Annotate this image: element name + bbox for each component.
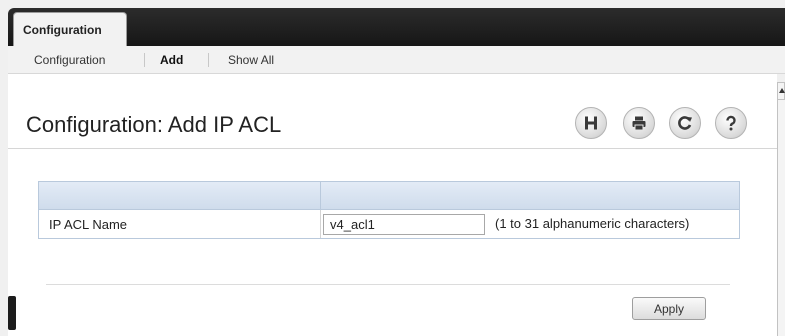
column-divider [320, 210, 321, 238]
sub-navigation: Configuration Add Show All [8, 46, 785, 74]
ip-acl-name-hint: (1 to 31 alphanumeric characters) [495, 216, 690, 231]
refresh-icon [678, 116, 692, 130]
subnav-separator [144, 53, 145, 67]
apply-button[interactable]: Apply [632, 297, 706, 320]
save-button[interactable] [575, 107, 607, 139]
column-divider [320, 182, 321, 210]
save-icon [585, 116, 597, 130]
page-title: Configuration: Add IP ACL [26, 112, 282, 137]
tab-configuration[interactable]: Configuration [13, 12, 127, 48]
subnav-item-configuration[interactable]: Configuration [34, 53, 105, 67]
print-button[interactable] [623, 107, 655, 139]
subnav-separator [208, 53, 209, 67]
ip-acl-name-label: IP ACL Name [49, 217, 128, 232]
form-divider [46, 284, 730, 285]
table-row: IP ACL Name (1 to 31 alphanumeric charac… [39, 210, 739, 238]
chevron-up-icon [779, 88, 785, 93]
refresh-button[interactable] [669, 107, 701, 139]
help-button[interactable] [715, 107, 747, 139]
content-panel: Configuration: Add IP ACL IP ACL Name v4… [8, 74, 777, 336]
help-icon [726, 115, 736, 131]
subnav-item-show-all[interactable]: Show All [228, 53, 274, 67]
title-divider [8, 148, 777, 149]
acl-form-table: IP ACL Name (1 to 31 alphanumeric charac… [38, 181, 740, 239]
print-icon [632, 116, 646, 131]
subnav-item-add[interactable]: Add [160, 53, 183, 67]
table-header [39, 182, 739, 210]
scroll-up-button[interactable] [777, 82, 785, 100]
vertical-scrollbar[interactable] [777, 100, 785, 336]
resize-handle[interactable] [8, 296, 16, 330]
ip-acl-name-input[interactable] [323, 214, 485, 235]
